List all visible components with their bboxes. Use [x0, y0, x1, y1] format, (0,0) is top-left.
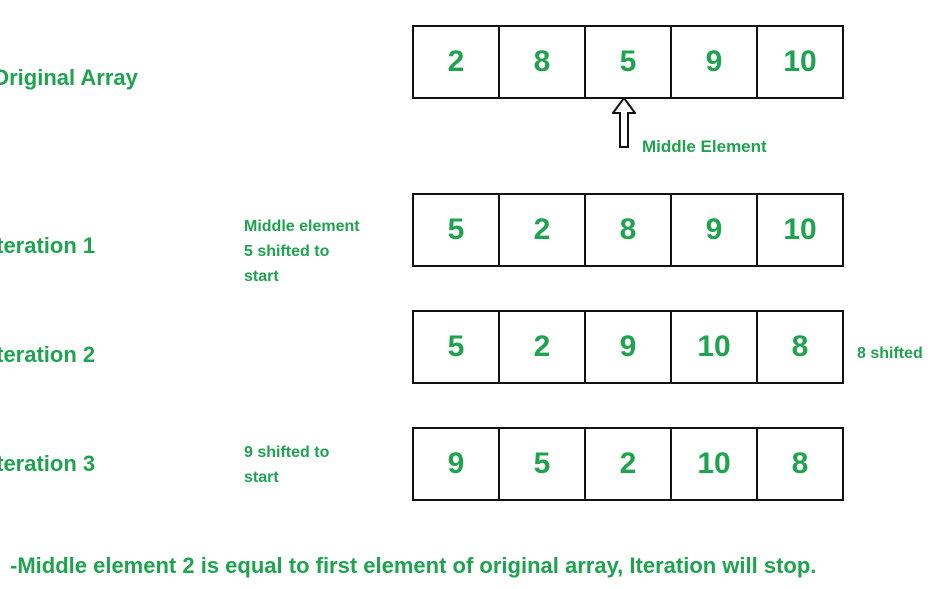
array-cell: 9 — [672, 27, 758, 97]
array-cell: 5 — [500, 429, 586, 499]
array-cell: 5 — [414, 312, 500, 382]
array-cell: 8 — [791, 330, 809, 363]
array-cell: 2 — [414, 27, 500, 97]
array-cell: 10 — [672, 312, 758, 382]
note-line: start — [244, 268, 279, 285]
array-cell: 2 — [586, 429, 672, 499]
array-cell: 8 — [500, 27, 586, 97]
up-arrow-icon — [612, 97, 636, 148]
iteration-2-note: 8 shifted — [857, 345, 923, 362]
row-label-original: Original Array — [0, 65, 138, 90]
array-cell: 8 — [586, 195, 672, 265]
middle-element-label: Middle Element — [642, 137, 767, 156]
array-cell: 5 — [586, 27, 672, 97]
array-iteration-2: 5 2 9 10 8 — [412, 310, 844, 384]
array-cell: 10 — [783, 45, 817, 78]
array-original: 2 8 5 9 10 — [412, 25, 844, 99]
array-cell: 2 — [500, 312, 586, 382]
note-line: Middle element — [244, 218, 360, 235]
conclusion-text: -Middle element 2 is equal to first elem… — [10, 553, 817, 578]
array-cell: 10 — [672, 429, 758, 499]
row-label-iteration-1: Iteration 1 — [0, 233, 96, 258]
array-cell: 8 — [791, 447, 809, 480]
iteration-1-note: Middle element 5 shifted to start — [244, 214, 360, 289]
array-cell: 10 — [783, 213, 817, 246]
array-cell: 2 — [500, 195, 586, 265]
array-iteration-3: 9 5 2 10 8 — [412, 427, 844, 501]
array-cell: 9 — [672, 195, 758, 265]
note-line: 9 shifted to — [244, 444, 330, 461]
array-iteration-1: 5 2 8 9 10 — [412, 193, 844, 267]
iteration-3-note: 9 shifted to start — [244, 440, 329, 490]
row-label-iteration-2: Iteration 2 — [0, 342, 96, 367]
array-cell: 9 — [414, 429, 500, 499]
row-label-iteration-3: Iteration 3 — [0, 451, 96, 476]
note-line: 5 shifted to — [244, 243, 330, 260]
note-line: start — [244, 469, 279, 486]
array-cell: 5 — [414, 195, 500, 265]
array-cell: 9 — [586, 312, 672, 382]
